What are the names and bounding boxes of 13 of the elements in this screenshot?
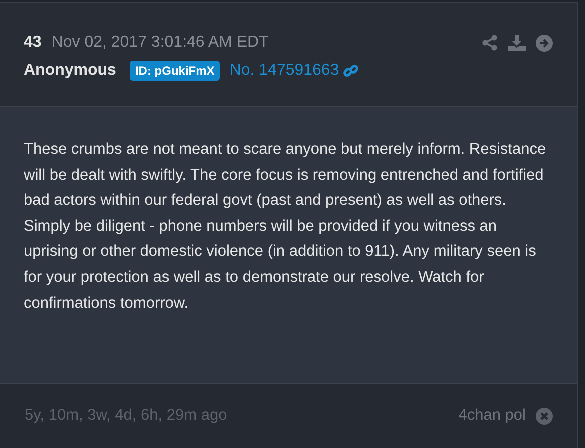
link-icon[interactable] [343, 63, 360, 79]
close-icon[interactable] [536, 408, 553, 424]
post-age: 5y, 10m, 3w, 4d, 6h, 29m ago [25, 407, 228, 425]
arrow-right-icon[interactable] [536, 34, 553, 52]
author-name: Anonymous [24, 62, 116, 80]
post-timestamp: Nov 02, 2017 3:01:46 AM EDT [52, 34, 269, 52]
share-icon[interactable] [482, 35, 498, 51]
post-body-text: These crumbs are not meant to scare anyone but merely inform. Resistance will be dealt with swiftly. The core focus is removing entrenched and fortified bad actors within our federal govt (past and present) as well as others. Simply be diligent - phone numbers will be provided if you witness an uprising or other domestic violence (in addition to 911). Any military seen is for your protection as well as to demonstrate our resolve. Watch for confirmations tomorrow. [24, 140, 548, 314]
poster-id-badge: ID: pGukiFmX [130, 61, 220, 81]
download-icon[interactable] [508, 35, 526, 51]
post-number: 43 [24, 34, 42, 52]
post-source: 4chan pol [458, 407, 526, 425]
post-link[interactable]: No. 147591663 [230, 62, 340, 80]
